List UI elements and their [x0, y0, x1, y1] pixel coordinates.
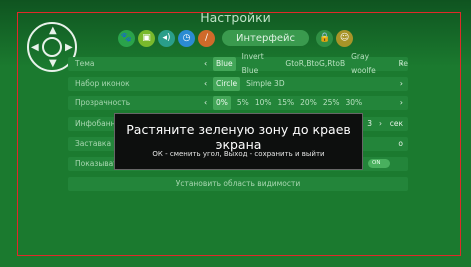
- option-selected[interactable]: Blue: [213, 57, 236, 71]
- page-title: Настройки: [200, 10, 271, 25]
- chevron-left-icon[interactable]: ‹: [204, 77, 207, 91]
- timeout-value: 3: [367, 119, 372, 128]
- settings-toolbar: 🐾 ▣ ◂) ◷ / Интерфейс 🔒 ☺: [118, 29, 354, 47]
- chevron-right-icon[interactable]: ›: [400, 57, 403, 71]
- setting-label: Заставка: [75, 139, 112, 148]
- clock-icon[interactable]: ◷: [178, 29, 195, 47]
- lock-icon[interactable]: 🔒: [316, 29, 334, 47]
- brush-icon[interactable]: /: [198, 29, 215, 47]
- calibration-dialog: Растяните зеленую зону до краев экрана О…: [114, 113, 363, 170]
- option[interactable]: Gray woolfe: [351, 50, 392, 78]
- paw-icon[interactable]: 🐾: [118, 29, 135, 47]
- dialog-hint: ОК - сменить угол, Выход - сохранить и в…: [152, 150, 325, 158]
- chevron-left-icon[interactable]: ‹: [204, 57, 207, 71]
- option[interactable]: 5%: [237, 96, 249, 110]
- arrow-up-icon[interactable]: ▲: [49, 26, 57, 36]
- option[interactable]: 10%: [255, 96, 272, 110]
- chevron-right-icon[interactable]: ›: [379, 117, 382, 131]
- chevron-left-icon[interactable]: ‹: [204, 96, 207, 110]
- option[interactable]: 20%: [300, 96, 317, 110]
- dpad-ok-button[interactable]: [42, 37, 62, 57]
- setting-row-transparency[interactable]: Прозрачность ‹ 0% 5% 10% 15% 20% 25% 30%…: [68, 96, 408, 110]
- arrow-down-icon[interactable]: ▼: [49, 59, 57, 69]
- option[interactable]: 30%: [346, 96, 363, 110]
- tv-screen: Настройки ▲ ▼ ◀ ▶ 🐾 ▣ ◂) ◷ / Интерфейс 🔒…: [0, 0, 471, 267]
- option[interactable]: 15%: [277, 96, 294, 110]
- face-icon[interactable]: ☺: [336, 29, 354, 47]
- option-selected[interactable]: Circle: [213, 77, 241, 91]
- screensaver-value: о: [398, 139, 403, 148]
- chevron-right-icon[interactable]: ›: [400, 96, 403, 110]
- set-visible-area-button[interactable]: Установить область видимости: [68, 177, 408, 191]
- arrow-right-icon[interactable]: ▶: [65, 43, 73, 53]
- option[interactable]: 25%: [323, 96, 340, 110]
- timeout-unit: сек: [389, 119, 403, 128]
- arrow-left-icon[interactable]: ◀: [31, 43, 39, 53]
- option-list: Circle Simple 3D: [213, 77, 285, 91]
- toggle-switch[interactable]: ON: [368, 159, 390, 168]
- sound-icon[interactable]: ◂): [158, 29, 175, 47]
- dialog-heading: Растяните зеленую зону до краев экрана: [126, 122, 351, 152]
- setting-label: Показыват: [75, 159, 118, 168]
- setting-row-theme[interactable]: Тема ‹ Blue Invert Blue GtoR,BtoG,RtoB G…: [68, 52, 408, 75]
- chevron-right-icon[interactable]: ›: [400, 77, 403, 91]
- option[interactable]: Simple 3D: [246, 77, 285, 91]
- tab-interface[interactable]: Интерфейс: [222, 30, 310, 46]
- setting-label: Тема: [75, 59, 95, 68]
- setting-label: Прозрачность: [75, 98, 131, 107]
- option[interactable]: Invert Blue: [242, 50, 280, 78]
- setting-label: Набор иконок: [75, 79, 130, 88]
- option-selected[interactable]: 0%: [213, 96, 231, 110]
- image-icon[interactable]: ▣: [138, 29, 155, 47]
- option-list: Blue Invert Blue GtoR,BtoG,RtoB Gray woo…: [213, 52, 408, 75]
- setting-row-icon-set[interactable]: Набор иконок ‹ Circle Simple 3D ›: [68, 77, 408, 91]
- option-list: 0% 5% 10% 15% 20% 25% 30%: [213, 96, 362, 110]
- option[interactable]: GtoR,BtoG,RtoB: [285, 57, 345, 71]
